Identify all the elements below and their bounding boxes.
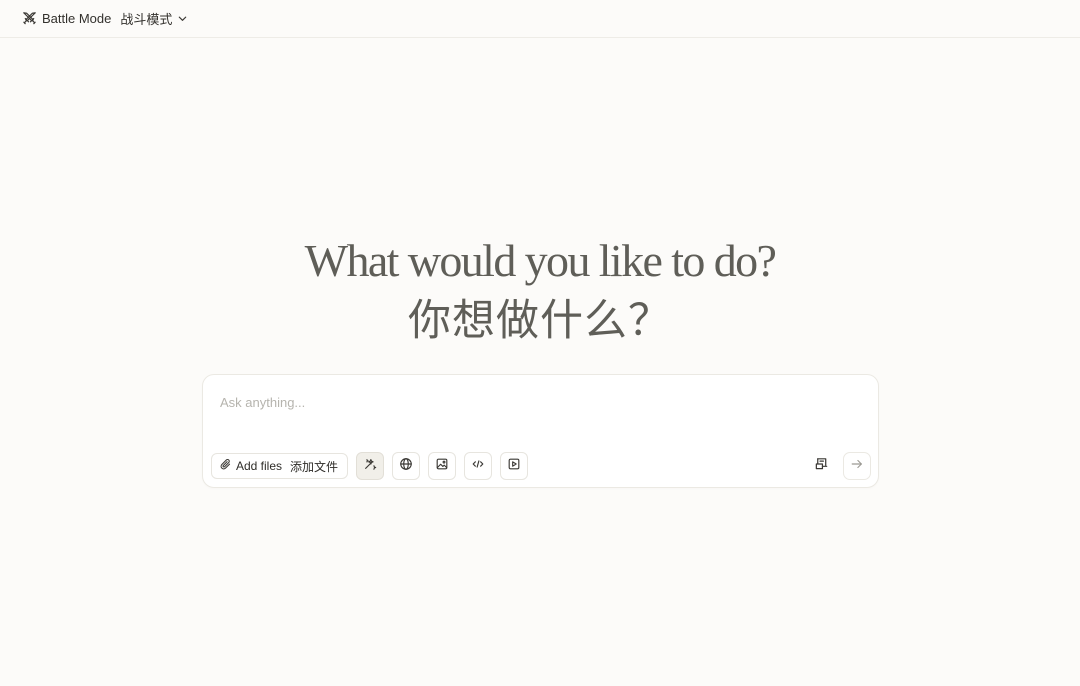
hero-title-cn: 你想做什么？: [408, 298, 672, 345]
hero-title-en: What would you like to do?: [304, 235, 777, 286]
mode-label-cn: 战斗模式: [120, 11, 173, 27]
image-icon: [435, 457, 449, 476]
magic-tool-button[interactable]: [356, 452, 385, 480]
globe-icon: [399, 457, 413, 476]
image-tool-button[interactable]: [428, 452, 457, 480]
chevron-down-icon: [177, 13, 188, 24]
video-tool-button[interactable]: [500, 452, 529, 480]
video-play-icon: [507, 457, 521, 476]
send-arrow-icon: [850, 457, 864, 476]
code-icon: [471, 457, 485, 476]
paperclip-icon: [219, 458, 232, 474]
prompt-library-button[interactable]: [807, 452, 835, 480]
magic-wand-icon: [363, 457, 377, 476]
web-search-button[interactable]: [392, 452, 421, 480]
code-tool-button[interactable]: [464, 452, 493, 480]
add-files-label-cn: 添加文件: [290, 459, 339, 474]
composer-right-tools: [807, 452, 871, 480]
swords-icon: [22, 11, 37, 26]
battle-mode-selector[interactable]: Battle Mode 战斗模式: [22, 8, 188, 28]
composer-toolbar: Add files 添加文件: [211, 452, 529, 480]
mode-label: Battle Mode: [42, 10, 112, 26]
ask-input[interactable]: [220, 395, 840, 410]
add-files-label: Add files: [236, 459, 283, 473]
composer-box: Add files 添加文件: [202, 374, 879, 488]
hero-heading: What would you like to do? 你想做什么？: [0, 232, 1080, 350]
prompt-library-icon: [814, 456, 829, 476]
add-files-button[interactable]: Add files 添加文件: [211, 453, 349, 479]
top-bar: Battle Mode 战斗模式: [0, 0, 1080, 38]
send-button[interactable]: [843, 452, 871, 480]
